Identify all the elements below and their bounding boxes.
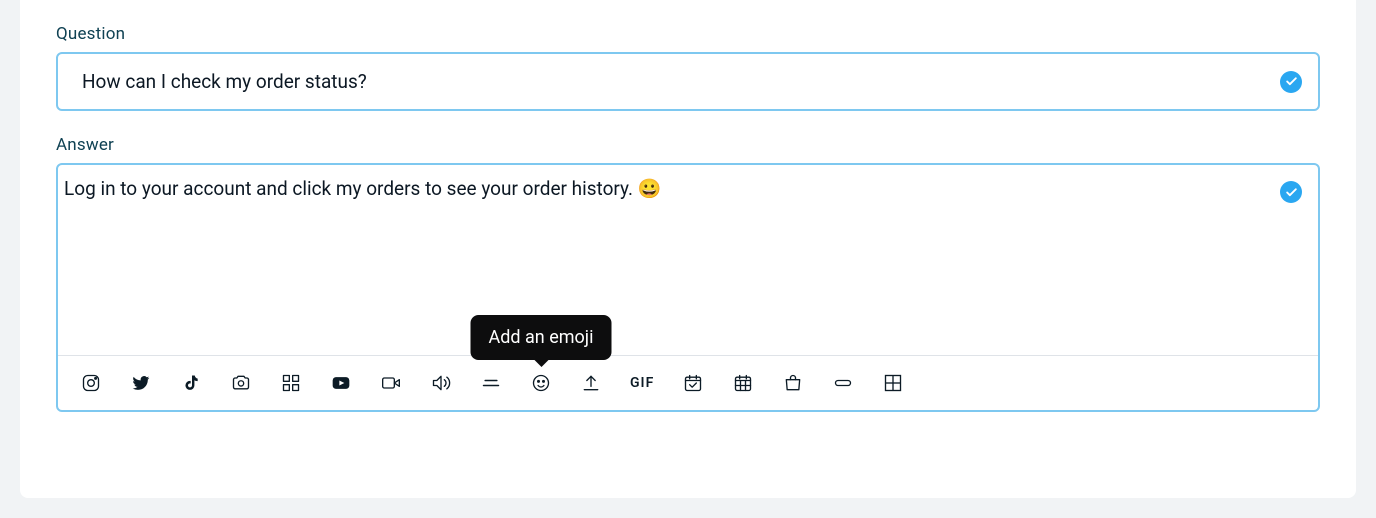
youtube-icon[interactable] [330, 372, 352, 394]
editor-toolbar: Add an emoji GIF [58, 355, 1318, 410]
pill-icon[interactable] [832, 372, 854, 394]
date-icon[interactable] [682, 372, 704, 394]
card: Question How can I check my order status… [20, 0, 1356, 498]
emoji-icon[interactable]: Add an emoji [530, 372, 552, 394]
answer-input[interactable]: Log in to your account and click my orde… [58, 165, 1318, 355]
tiktok-icon[interactable] [180, 372, 202, 394]
question-label: Question [56, 24, 1320, 44]
page: Question How can I check my order status… [0, 0, 1376, 518]
gif-icon[interactable]: GIF [630, 372, 654, 394]
answer-editor: Log in to your account and click my orde… [56, 163, 1320, 412]
divider-icon[interactable] [480, 372, 502, 394]
calendar-icon[interactable] [732, 372, 754, 394]
table-icon[interactable] [882, 372, 904, 394]
upload-icon[interactable] [580, 372, 602, 394]
question-input[interactable]: How can I check my order status? [56, 52, 1320, 111]
camera-icon[interactable] [230, 372, 252, 394]
video-icon[interactable] [380, 372, 402, 394]
answer-valid-icon [1280, 181, 1302, 203]
question-value: How can I check my order status? [82, 70, 367, 93]
gif-label: GIF [630, 375, 654, 391]
instagram-icon[interactable] [80, 372, 102, 394]
answer-value: Log in to your account and click my orde… [64, 177, 661, 200]
audio-icon[interactable] [430, 372, 452, 394]
shopping-icon[interactable] [782, 372, 804, 394]
answer-label: Answer [56, 135, 1320, 155]
grid-icon[interactable] [280, 372, 302, 394]
question-valid-icon [1280, 71, 1302, 93]
twitter-icon[interactable] [130, 372, 152, 394]
answer-section: Answer Log in to your account and click … [56, 135, 1320, 412]
